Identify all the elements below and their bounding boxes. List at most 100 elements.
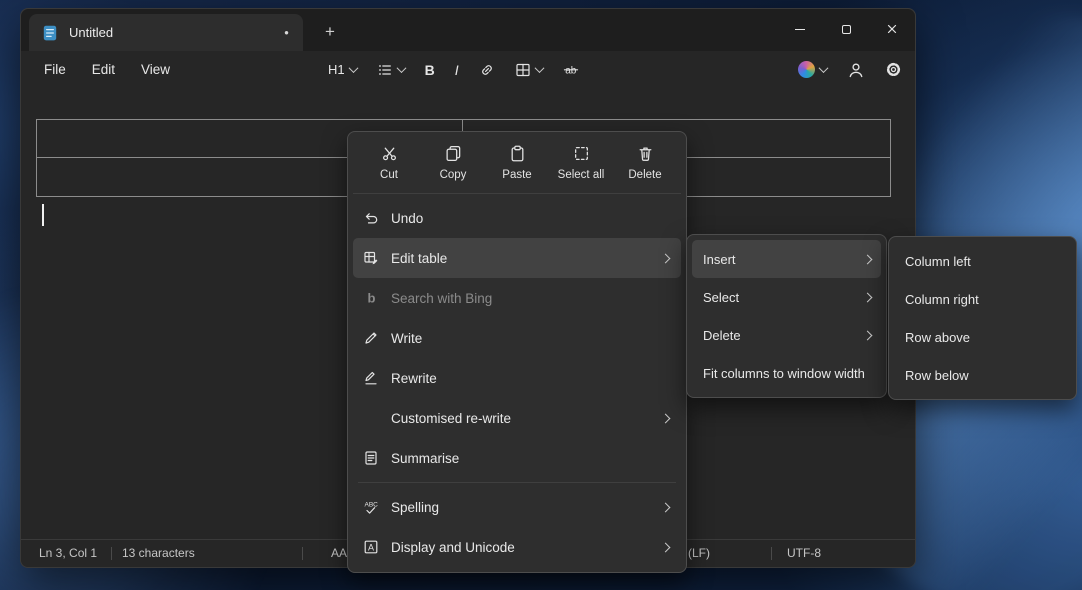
select-all-button[interactable]: Select all <box>549 141 613 185</box>
submenu-chevron-icon <box>863 330 873 340</box>
settings-button[interactable] <box>878 56 909 83</box>
submenu-chevron-icon <box>661 253 671 263</box>
right-toolbar <box>791 51 909 88</box>
select-all-icon <box>573 145 590 162</box>
menu-edit[interactable]: Edit <box>79 57 128 82</box>
menu-item-label: Rewrite <box>391 371 437 386</box>
submenu-item-label: Row above <box>905 330 970 345</box>
submenu-item-insert[interactable]: Insert <box>692 240 881 278</box>
list-dropdown[interactable] <box>370 57 412 83</box>
display-unicode-icon: A <box>362 539 380 555</box>
desktop: Untitled ● + File Edit View H1 <box>0 0 1082 590</box>
link-button[interactable] <box>472 57 502 83</box>
menu-item-label: Summarise <box>391 451 459 466</box>
menu-item-label: Undo <box>391 211 423 226</box>
chevron-down-icon <box>819 63 829 73</box>
menu-item-label: Customised re-write <box>391 411 511 426</box>
undo-icon <box>362 210 380 226</box>
menu-item-label: Display and Unicode <box>391 540 515 555</box>
submenu-chevron-icon <box>661 542 671 552</box>
summarise-document-icon <box>362 450 380 466</box>
svg-text:A: A <box>368 543 374 553</box>
cut-button[interactable]: Cut <box>357 141 421 185</box>
italic-label: I <box>455 62 459 78</box>
submenu-item-select[interactable]: Select <box>692 278 881 316</box>
menu-item-display-and-unicode[interactable]: A Display and Unicode <box>353 527 681 567</box>
encoding-indicator: UTF-8 <box>787 546 821 560</box>
strikethrough-button[interactable]: ab <box>556 57 586 83</box>
link-icon <box>479 62 495 78</box>
bold-button[interactable]: B <box>418 57 442 83</box>
strikethrough-icon: ab <box>563 62 579 78</box>
close-button[interactable] <box>869 9 915 49</box>
menu-separator <box>358 482 676 483</box>
tab-untitled[interactable]: Untitled ● <box>29 14 303 51</box>
edit-table-icon <box>362 250 380 266</box>
menu-view[interactable]: View <box>128 57 183 82</box>
copy-icon <box>445 145 462 162</box>
svg-text:ab: ab <box>565 65 577 76</box>
menu-item-summarise[interactable]: Summarise <box>353 438 681 478</box>
maximize-button[interactable] <box>823 9 869 49</box>
italic-button[interactable]: I <box>448 57 466 83</box>
menu-item-label: Spelling <box>391 500 439 515</box>
menu-file[interactable]: File <box>31 57 79 82</box>
heading-dropdown[interactable]: H1 <box>321 57 364 82</box>
account-person-icon <box>847 61 865 79</box>
status-separator <box>302 547 303 560</box>
submenu-item-delete[interactable]: Delete <box>692 316 881 354</box>
menu-item-rewrite[interactable]: Rewrite <box>353 358 681 398</box>
copilot-icon <box>798 61 815 78</box>
write-pen-icon <box>362 330 380 346</box>
delete-button[interactable]: Delete <box>613 141 677 185</box>
paste-label: Paste <box>502 169 531 181</box>
chevron-down-icon <box>348 63 358 73</box>
menu-item-search-with-bing[interactable]: b Search with Bing <box>353 278 681 318</box>
submenu-item-label: Delete <box>703 328 741 343</box>
submenu-item-row-above[interactable]: Row above <box>894 318 1071 356</box>
list-icon <box>377 62 393 78</box>
copilot-dropdown[interactable] <box>791 56 834 83</box>
chevron-down-icon <box>396 63 406 73</box>
bing-icon: b <box>362 290 380 306</box>
menu-item-edit-table[interactable]: Edit table <box>353 238 681 278</box>
insert-submenu: Column left Column right Row above Row b… <box>888 236 1077 400</box>
text-caret <box>42 204 44 226</box>
minimize-button[interactable] <box>777 9 823 49</box>
menu-item-write[interactable]: Write <box>353 318 681 358</box>
submenu-chevron-icon <box>661 413 671 423</box>
zoom-indicator-fragment: AA <box>331 546 347 560</box>
unsaved-indicator-dot: ● <box>284 29 289 37</box>
rewrite-pen-icon <box>362 370 380 386</box>
titlebar[interactable]: Untitled ● + <box>21 9 915 51</box>
new-tab-button[interactable]: + <box>315 18 345 46</box>
account-button[interactable] <box>840 56 872 84</box>
spelling-abc-icon: ABC <box>362 499 380 515</box>
submenu-chevron-icon <box>863 254 873 264</box>
svg-text:b: b <box>368 291 376 306</box>
menu-item-customised-rewrite[interactable]: Customised re-write <box>353 398 681 438</box>
submenu-item-label: Column left <box>905 254 971 269</box>
menu-item-undo[interactable]: Undo <box>353 198 681 238</box>
menu-item-spelling[interactable]: ABC Spelling <box>353 487 681 527</box>
submenu-item-label: Insert <box>703 252 736 267</box>
format-toolbar: H1 B I <box>321 51 586 88</box>
paste-button[interactable]: Paste <box>485 141 549 185</box>
submenu-item-column-right[interactable]: Column right <box>894 280 1071 318</box>
gear-icon <box>885 61 902 78</box>
cut-icon <box>381 145 398 162</box>
cut-label: Cut <box>380 169 398 181</box>
status-separator <box>771 547 772 560</box>
cursor-position: Ln 3, Col 1 <box>39 546 97 560</box>
copy-button[interactable]: Copy <box>421 141 485 185</box>
submenu-item-row-below[interactable]: Row below <box>894 356 1071 394</box>
submenu-item-column-left[interactable]: Column left <box>894 242 1071 280</box>
submenu-item-label: Fit columns to window width <box>703 366 865 381</box>
edit-table-submenu: Insert Select Delete Fit columns to wind… <box>686 234 887 398</box>
copy-label: Copy <box>440 169 467 181</box>
submenu-item-fit-columns[interactable]: Fit columns to window width <box>692 354 881 392</box>
svg-text:ABC: ABC <box>365 502 379 509</box>
quick-actions-row: Cut Copy Paste Select all <box>353 137 681 194</box>
delete-label: Delete <box>628 169 661 181</box>
table-dropdown[interactable] <box>508 57 550 83</box>
